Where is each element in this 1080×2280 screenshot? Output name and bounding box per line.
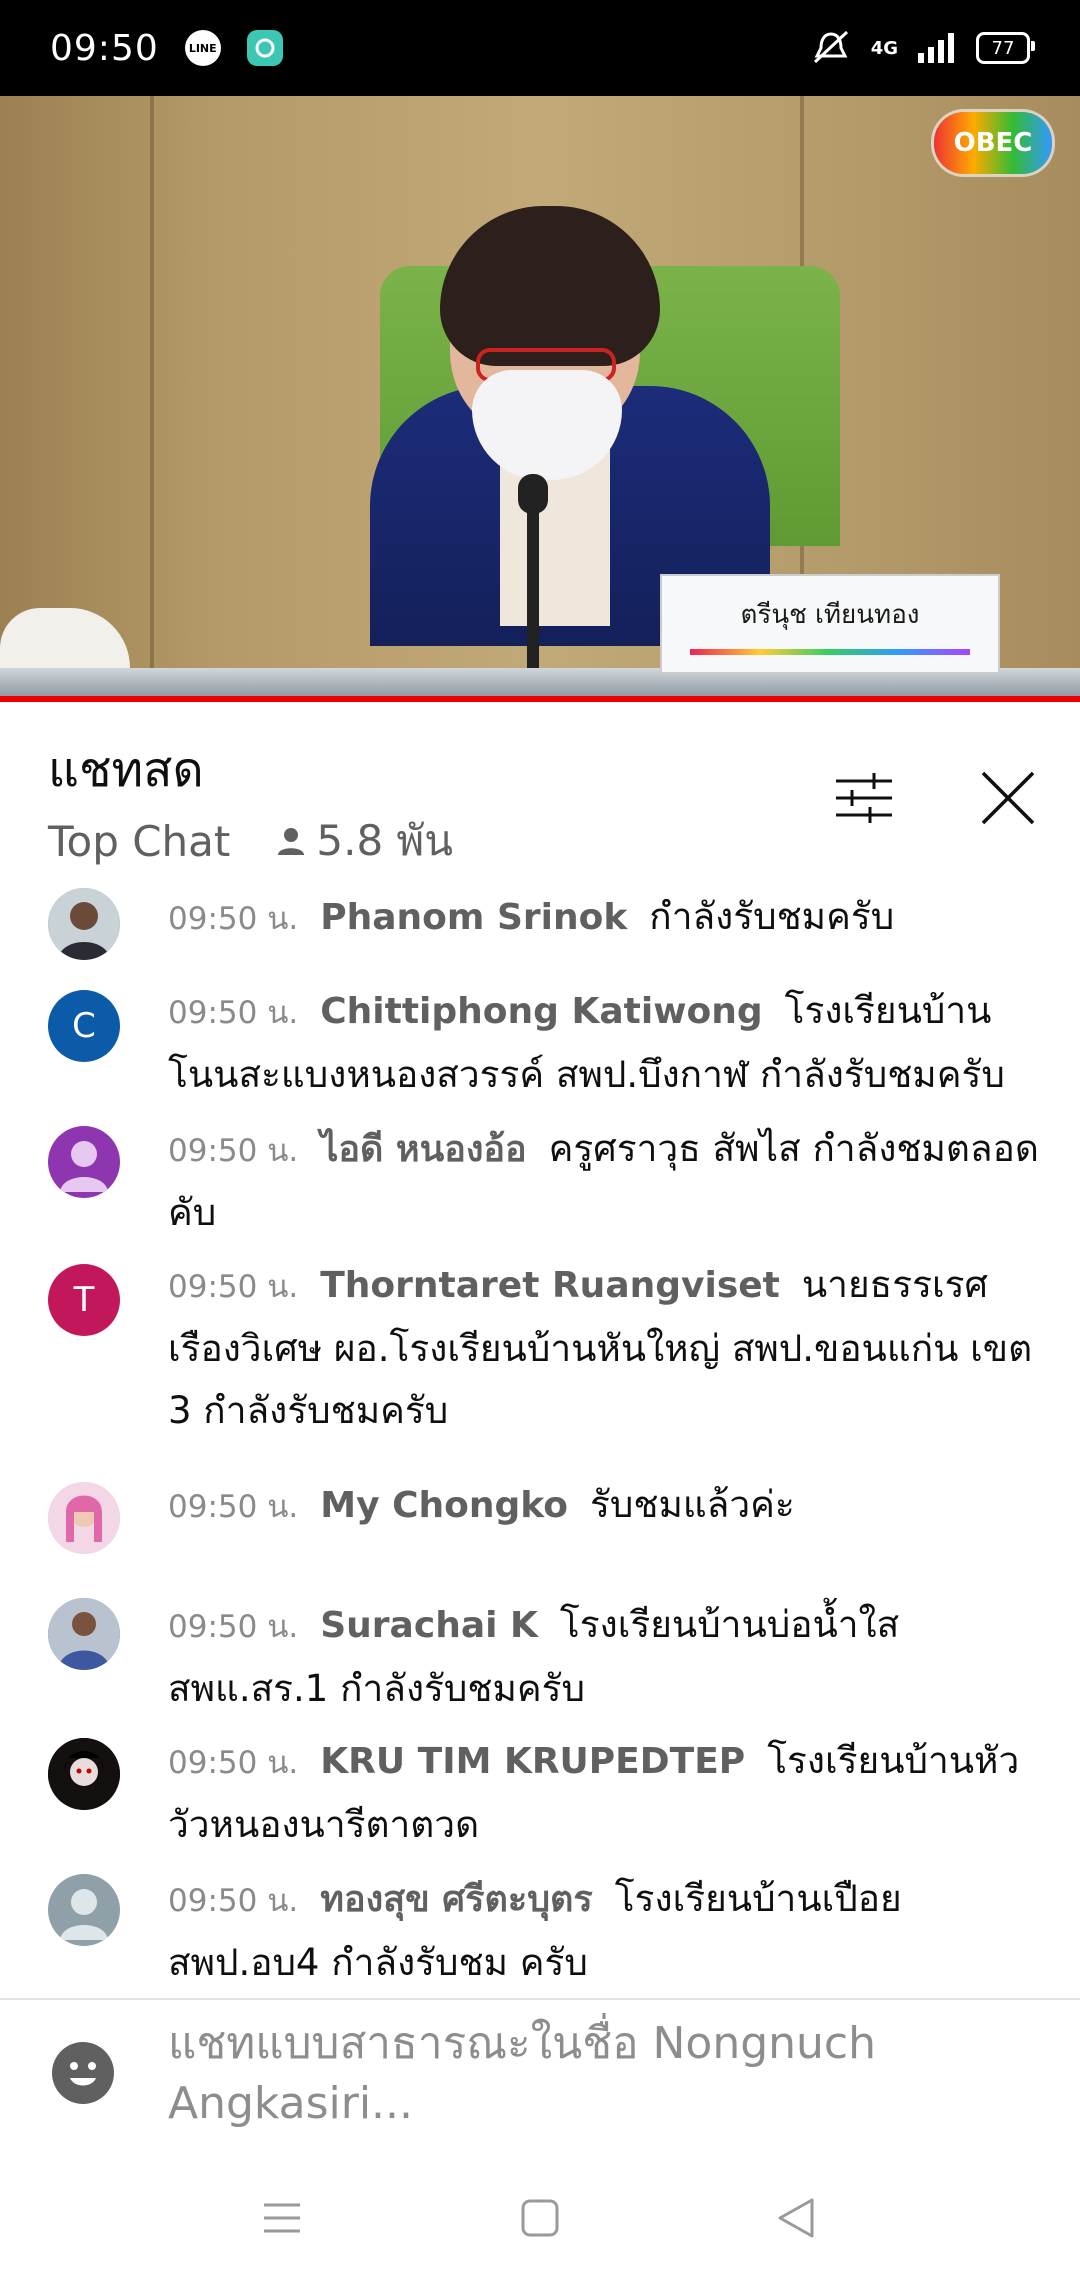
home-square-icon [521,2199,559,2237]
message-author[interactable]: ทองสุข ศรีตะบุตร [320,1879,593,1920]
message-time: 09:50 น. [168,995,299,1031]
filter-sliders-icon [836,773,892,823]
chat-message-body: 09:50 น. ทองสุข ศรีตะบุตร โรงเรียนบ้านเปือ… [168,1868,1048,1994]
home-button[interactable] [510,2188,570,2248]
message-author[interactable]: Thorntaret Ruangviset [320,1265,780,1306]
chat-filter-button[interactable] [828,762,900,834]
nameplate: ตรีนุช เทียนทอง [660,574,1000,674]
nameplate-name: ตรีนุช เทียนทอง [740,599,920,630]
chat-message-body: 09:50 น. Surachai K โรงเรียนบ้านบ่อน้ำใส ส… [168,1594,1048,1720]
message-author[interactable]: Chittiphong Katiwong [320,991,762,1032]
default-person-icon [60,1141,108,1192]
message-time: 09:50 น. [168,901,299,937]
emoji-face-icon [53,2043,113,2103]
avatar[interactable]: C [48,990,120,1062]
nameplate-stripe [690,648,970,655]
menu-icon [264,2203,300,2233]
message-text: ครูศราวุธ สัพไส กำลังชมตลอดคับ [168,1127,1039,1234]
avatar-letter: C [72,1006,96,1046]
wall-panel-line [150,96,154,696]
signal-icon [918,33,954,63]
chat-input-bar: แชทแบบสาธารณะในชื่อ Nongnuch Angkasiri..… [0,1998,1080,2150]
viewer-count-value: 5.8 พัน [316,816,453,865]
message-author[interactable]: My Chongko [320,1485,568,1526]
battery-level: 77 [991,37,1015,59]
back-triangle-icon [778,2198,814,2238]
viewer-count: 5.8 พัน [276,808,453,874]
video-player[interactable]: ตรีนุช เทียนทอง OBEC [0,96,1080,696]
status-time: 09:50 [50,27,159,69]
default-person-icon [60,1889,108,1940]
network-type: 4G [870,37,898,59]
chat-message-body: 09:50 น. Thorntaret Ruangviset นายธรรเรศ เ… [168,1254,1048,1442]
message-text: กำลังรับชมครับ [649,895,895,938]
status-icons: 4G 77 [809,28,1035,68]
message-author[interactable]: Phanom Srinok [320,897,627,938]
system-nav-bar [0,2146,1080,2280]
chat-message-body: 09:50 น. Phanom Srinok กำลังรับชมครับ [168,886,1048,950]
chat-mode-selector[interactable]: Top Chat [48,817,230,866]
message-time: 09:50 น. [168,1745,299,1781]
speaker-hair [440,206,660,366]
chat-subheader: Top Chat 5.8 พัน [48,808,453,874]
avatar[interactable] [48,1482,120,1554]
chat-header: แชทสด Top Chat 5.8 พัน [0,702,1080,884]
message-text: รับชมแล้วค่ะ [589,1483,795,1526]
back-button[interactable] [766,2188,826,2248]
message-time: 09:50 น. [168,1133,299,1169]
avatar[interactable] [48,1874,120,1946]
channel-logo: OBEC [934,112,1052,174]
avatar[interactable]: T [48,1264,120,1336]
recent-apps-button[interactable] [252,2188,312,2248]
avatar-letter: T [73,1280,95,1320]
line-app-icon: LINE [184,30,221,66]
chat-bubble-app-icon [246,30,283,66]
avatar[interactable] [48,888,120,960]
message-author[interactable]: KRU TIM KRUPEDTEP [320,1741,745,1782]
message-author[interactable]: ไอดี หนองอ้อ [320,1129,526,1170]
person-icon [278,828,305,855]
chat-title: แชทสด [48,742,204,798]
chat-message-body: 09:50 น. ไอดี หนองอ้อ ครูศราวุธ สัพไส กำลั… [168,1118,1048,1244]
message-time: 09:50 น. [168,1883,299,1919]
chat-message-list[interactable]: 09:50 น. Phanom Srinok กำลังรับชมครับ C 09… [0,884,1080,1998]
channel-logo-text: OBEC [953,128,1033,158]
message-time: 09:50 น. [168,1269,299,1305]
chat-message-body: 09:50 น. Chittiphong Katiwong โรงเรียนบ้าน… [168,980,1048,1106]
mute-bell-icon [813,30,848,64]
close-icon [981,771,1035,825]
status-bar: 09:50 LINE 4G 77 [0,0,1080,96]
message-time: 09:50 น. [168,1489,299,1525]
chat-message-body: 09:50 น. My Chongko รับชมแล้วค่ะ [168,1474,1048,1538]
message-time: 09:50 น. [168,1609,299,1645]
emoji-button[interactable] [52,2042,114,2104]
chat-input[interactable]: แชทแบบสาธารณะในชื่อ Nongnuch Angkasiri..… [168,2014,1028,2134]
avatar[interactable] [48,1126,120,1198]
avatar[interactable] [48,1598,120,1670]
battery-icon: 77 [976,32,1035,64]
message-author[interactable]: Surachai K [320,1605,538,1646]
close-chat-button[interactable] [972,762,1044,834]
avatar[interactable] [48,1738,120,1810]
chat-message-body: 09:50 น. KRU TIM KRUPEDTEP โรงเรียนบ้านหัว… [168,1730,1048,1856]
microphone-stand [527,488,539,688]
line-label: LINE [188,41,217,55]
